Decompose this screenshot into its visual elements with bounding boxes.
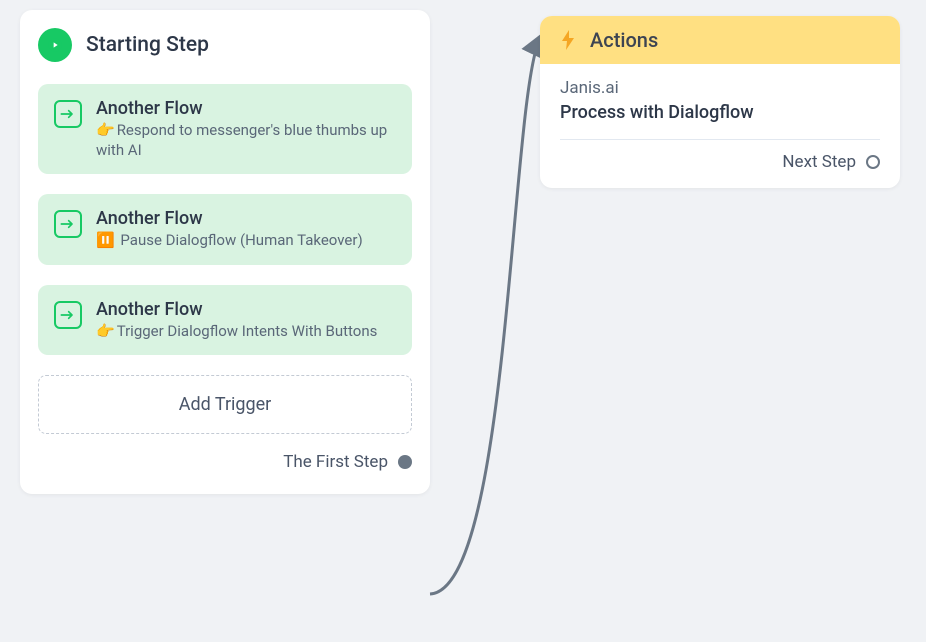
play-icon [38, 28, 72, 62]
flow-subtitle: 👉Trigger Dialogflow Intents With Buttons [96, 322, 396, 342]
divider [560, 139, 880, 140]
flow-title: Another Flow [96, 299, 396, 320]
flow-subtitle: ⏸️ Pause Dialogflow (Human Takeover) [96, 231, 396, 251]
flow-item[interactable]: Another Flow ⏸️ Pause Dialogflow (Human … [38, 194, 412, 265]
flow-arrow-icon [54, 100, 82, 128]
next-step-label: Next Step [782, 152, 856, 172]
starting-step-title: Starting Step [86, 33, 209, 57]
actions-card[interactable]: Actions Janis.ai Process with Dialogflow… [540, 16, 900, 188]
starting-step-card[interactable]: Starting Step Another Flow 👉Respond to m… [20, 10, 430, 494]
pointing-right-icon: 👉 [96, 322, 115, 340]
starting-step-header: Starting Step [38, 28, 412, 62]
pause-icon: ⏸️ [96, 231, 115, 249]
pointing-right-icon: 👉 [96, 121, 115, 139]
flow-title: Another Flow [96, 208, 396, 229]
next-step-connector[interactable]: Next Step [560, 152, 880, 172]
connector-dot-open-icon[interactable] [866, 155, 880, 169]
flow-item[interactable]: Another Flow 👉Respond to messenger's blu… [38, 84, 412, 174]
flow-item[interactable]: Another Flow 👉Trigger Dialogflow Intents… [38, 285, 412, 356]
add-trigger-button[interactable]: Add Trigger [38, 375, 412, 434]
flow-title: Another Flow [96, 98, 396, 119]
flow-arrow-icon [54, 301, 82, 329]
actions-provider: Janis.ai [560, 78, 880, 98]
actions-title: Actions [590, 28, 658, 52]
flow-subtitle: 👉Respond to messenger's blue thumbs up w… [96, 121, 396, 160]
connector-dot-filled-icon[interactable] [398, 455, 412, 469]
flow-arrow-icon [54, 210, 82, 238]
bolt-icon [558, 30, 578, 50]
first-step-connector[interactable]: The First Step [38, 452, 412, 472]
actions-header: Actions [540, 16, 900, 64]
actions-description: Process with Dialogflow [560, 102, 880, 123]
first-step-label: The First Step [283, 452, 388, 472]
